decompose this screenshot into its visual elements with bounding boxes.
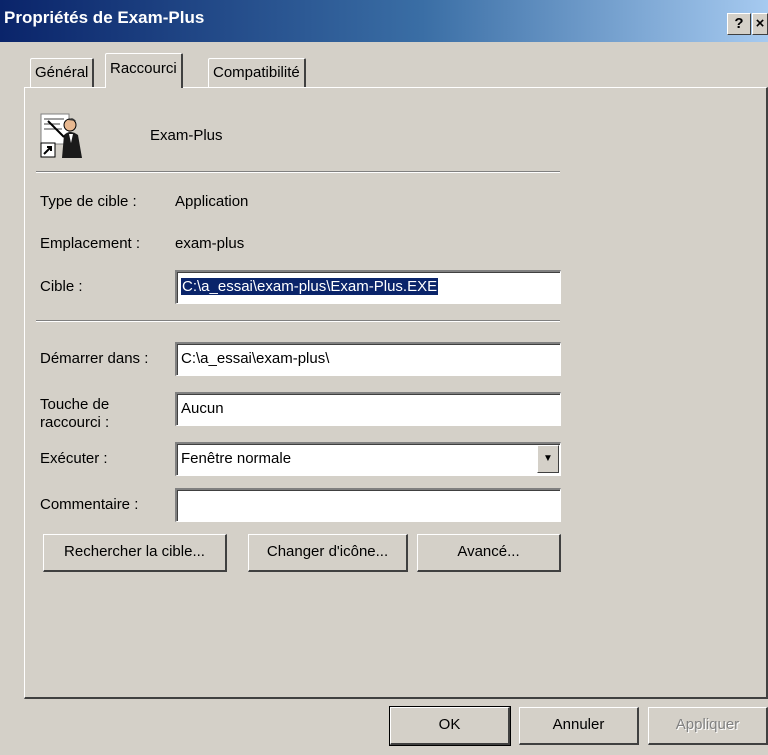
- cancel-button[interactable]: Annuler: [519, 707, 639, 745]
- start-in-field[interactable]: C:\a_essai\exam-plus\: [175, 342, 561, 376]
- teacher-with-pointer-icon: [40, 113, 82, 158]
- run-label: Exécuter :: [40, 450, 108, 467]
- shortcut-name: Exam-Plus: [150, 127, 223, 144]
- apply-button[interactable]: Appliquer: [648, 707, 768, 745]
- comment-label: Commentaire :: [40, 496, 139, 513]
- hotkey-label-line1: Touche de: [40, 396, 110, 413]
- target-label: Cible :: [40, 278, 83, 295]
- hotkey-field[interactable]: Aucun: [175, 392, 561, 426]
- find-target-button[interactable]: Rechercher la cible...: [43, 534, 227, 572]
- change-icon-button[interactable]: Changer d'icône...: [248, 534, 408, 572]
- chevron-down-icon[interactable]: ▼: [537, 445, 559, 473]
- separator: [36, 320, 560, 322]
- target-type-label: Type de cible :: [40, 193, 137, 210]
- run-select[interactable]: Fenêtre normale ▼: [175, 442, 561, 476]
- start-in-label: Démarrer dans :: [40, 350, 149, 367]
- location-value: exam-plus: [175, 235, 245, 252]
- separator: [36, 171, 560, 173]
- location-label: Emplacement :: [40, 235, 141, 252]
- start-in-value: C:\a_essai\exam-plus\: [181, 350, 330, 367]
- comment-field[interactable]: [175, 488, 561, 522]
- ok-button[interactable]: OK: [389, 706, 511, 746]
- run-value: Fenêtre normale: [181, 450, 292, 467]
- advanced-button[interactable]: Avancé...: [417, 534, 561, 572]
- target-type-value: Application: [175, 193, 249, 210]
- hotkey-value: Aucun: [181, 400, 224, 417]
- hotkey-label-line2: raccourci :: [40, 414, 110, 431]
- target-value: C:\a_essai\exam-plus\Exam-Plus.EXE: [181, 278, 439, 295]
- target-field[interactable]: C:\a_essai\exam-plus\Exam-Plus.EXE: [175, 270, 561, 304]
